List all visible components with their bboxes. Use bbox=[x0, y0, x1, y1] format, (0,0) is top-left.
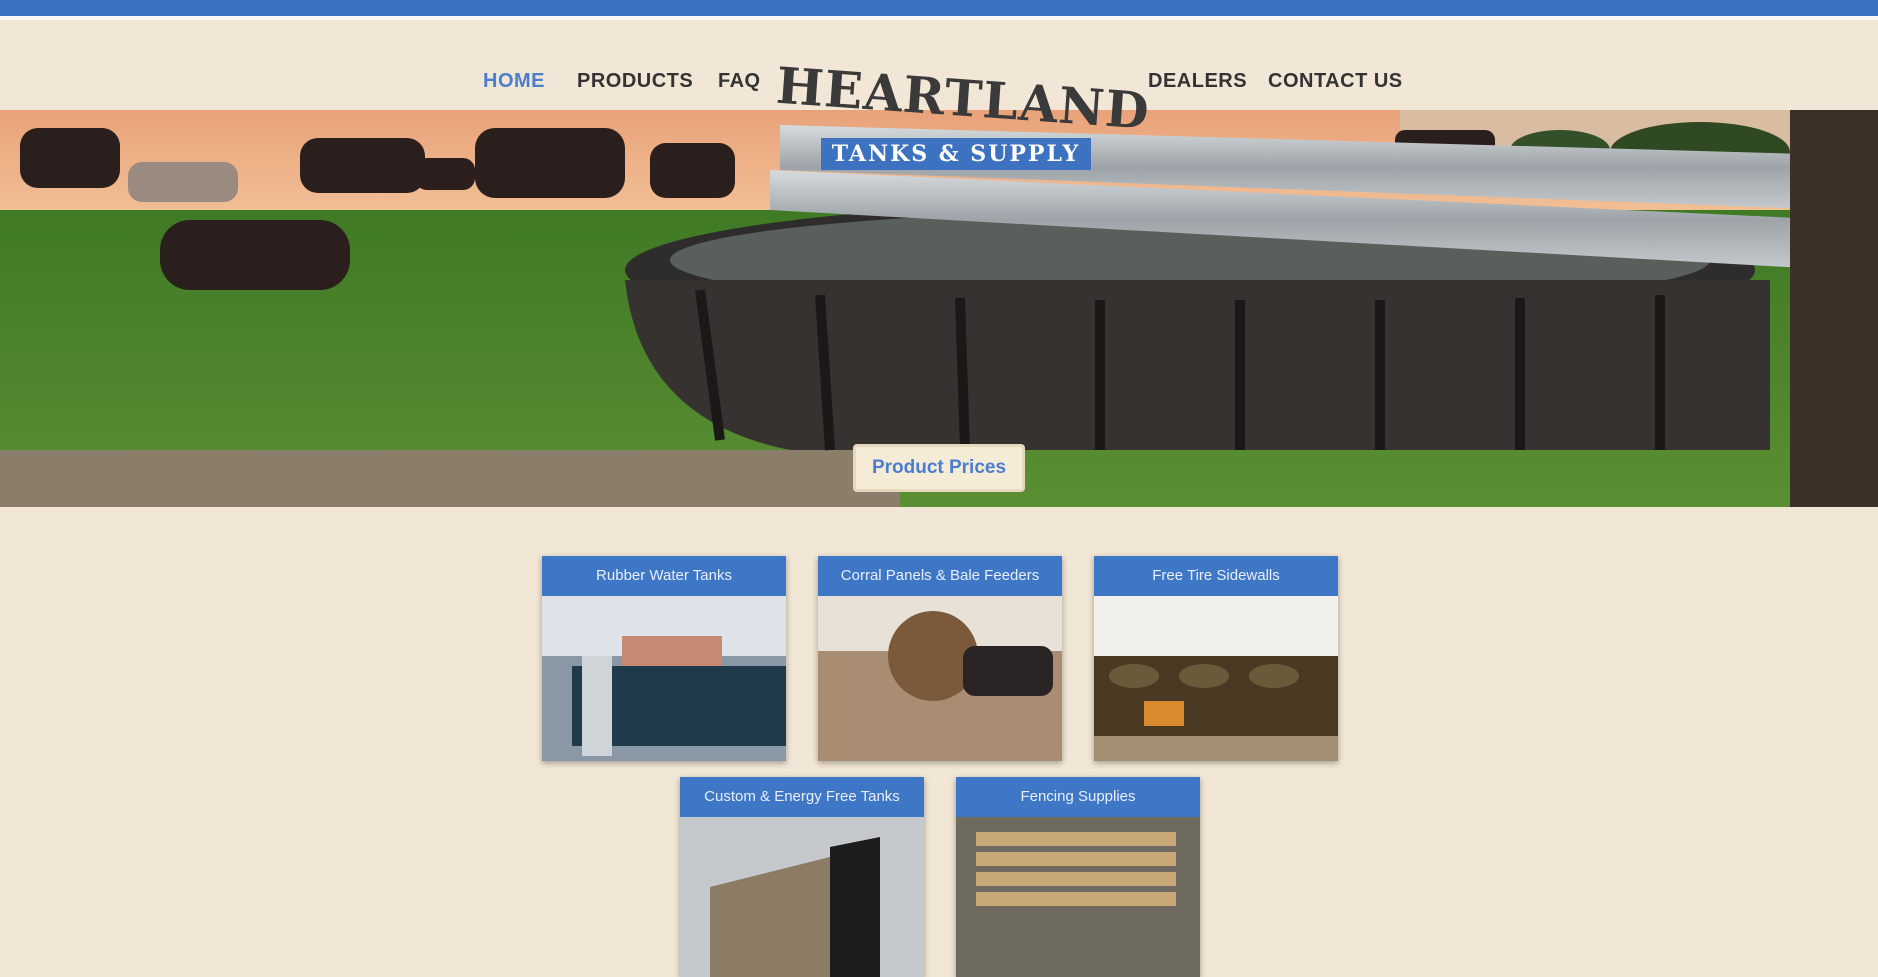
card-image bbox=[956, 817, 1200, 977]
product-prices-button[interactable]: Product Prices bbox=[853, 444, 1025, 492]
card-free-tire-sidewalls[interactable]: Free Tire Sidewalls bbox=[1094, 556, 1338, 761]
card-image bbox=[1094, 596, 1338, 761]
card-custom-energy-free-tanks[interactable]: Custom & Energy Free Tanks bbox=[680, 777, 924, 977]
card-image bbox=[680, 817, 924, 977]
card-rubber-water-tanks[interactable]: Rubber Water Tanks bbox=[542, 556, 786, 761]
nav-products[interactable]: PRODUCTS bbox=[577, 70, 693, 93]
card-title: Custom & Energy Free Tanks bbox=[680, 777, 924, 817]
card-title: Free Tire Sidewalls bbox=[1094, 556, 1338, 596]
card-image bbox=[542, 596, 786, 761]
card-title: Rubber Water Tanks bbox=[542, 556, 786, 596]
card-title: Corral Panels & Bale Feeders bbox=[818, 556, 1062, 596]
card-corral-panels[interactable]: Corral Panels & Bale Feeders bbox=[818, 556, 1062, 761]
nav-dealers[interactable]: DEALERS bbox=[1148, 70, 1247, 93]
nav-home[interactable]: HOME bbox=[483, 70, 545, 93]
nav-contact-us[interactable]: CONTACT US bbox=[1268, 70, 1403, 93]
card-image bbox=[818, 596, 1062, 761]
brand-logo[interactable]: HEARTLAND TANKS & SUPPLY bbox=[774, 38, 1152, 178]
nav-faq[interactable]: FAQ bbox=[718, 70, 761, 93]
card-fencing-supplies[interactable]: Fencing Supplies bbox=[956, 777, 1200, 977]
logo-title: HEARTLAND bbox=[774, 55, 1152, 141]
top-accent-bar bbox=[0, 0, 1878, 16]
logo-subtitle: TANKS & SUPPLY bbox=[821, 138, 1091, 170]
card-title: Fencing Supplies bbox=[956, 777, 1200, 817]
